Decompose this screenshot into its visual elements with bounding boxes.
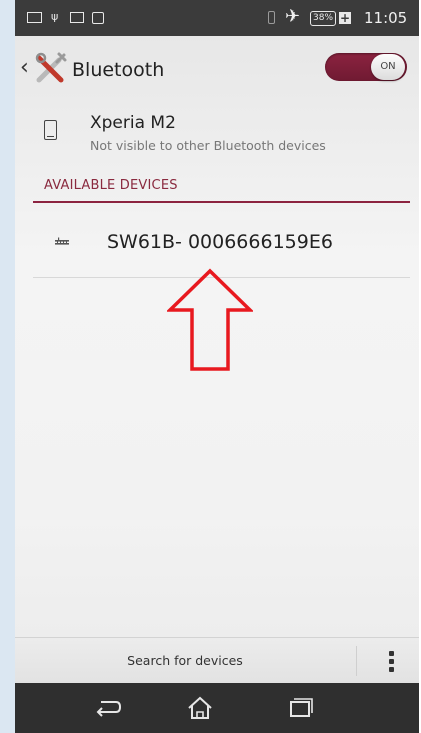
- window-edge: [0, 0, 15, 733]
- action-bar: ‹ Bluetooth ON: [15, 36, 419, 104]
- this-device-row[interactable]: Xperia M2 Not visible to other Bluetooth…: [15, 104, 419, 164]
- phone-icon: [44, 120, 57, 140]
- vibrate-icon: [268, 11, 275, 24]
- up-navigation-icon[interactable]: ‹: [20, 57, 29, 79]
- available-devices-header: AVAILABLE DEVICES: [44, 178, 178, 193]
- bottom-action-bar: Search for devices: [15, 637, 419, 684]
- recent-apps-icon[interactable]: [285, 694, 315, 722]
- device-visibility-status: Not visible to other Bluetooth devices: [90, 138, 326, 153]
- page-title: Bluetooth: [72, 59, 165, 81]
- back-icon[interactable]: [93, 694, 123, 722]
- settings-tools-icon[interactable]: [33, 50, 69, 86]
- home-icon[interactable]: [185, 694, 215, 722]
- status-clock: 11:05: [364, 9, 408, 27]
- section-divider: [33, 201, 410, 203]
- keyboard-icon: [55, 237, 69, 245]
- screenshot-frame: ψ ✈ 38% + 11:05 ‹ Bluetooth ON Xperia M2…: [0, 0, 421, 733]
- airplane-mode-icon: ✈: [285, 6, 301, 27]
- status-bar: ψ ✈ 38% + 11:05: [15, 0, 419, 36]
- toggle-label: ON: [371, 54, 405, 80]
- screenshot-icon: [92, 12, 104, 24]
- notification-icon: [27, 12, 42, 23]
- usb-icon: ψ: [51, 10, 59, 23]
- device-name: Xperia M2: [90, 113, 176, 133]
- navigation-bar: [15, 683, 419, 733]
- phone-screen: ψ ✈ 38% + 11:05 ‹ Bluetooth ON Xperia M2…: [15, 0, 419, 733]
- charging-indicator: +: [339, 11, 352, 25]
- bottom-bar-divider: [356, 646, 357, 676]
- bluetooth-toggle[interactable]: ON: [325, 53, 407, 81]
- more-vertical-icon[interactable]: [377, 646, 407, 676]
- available-device-name: SW61B- 0006666159E6: [107, 231, 333, 253]
- search-for-devices-button[interactable]: Search for devices: [15, 638, 355, 684]
- gallery-icon: [70, 12, 84, 23]
- battery-icon: 38% +: [310, 10, 352, 26]
- arrow-up-outline-annotation: [167, 268, 253, 371]
- battery-percent: 38%: [310, 10, 337, 26]
